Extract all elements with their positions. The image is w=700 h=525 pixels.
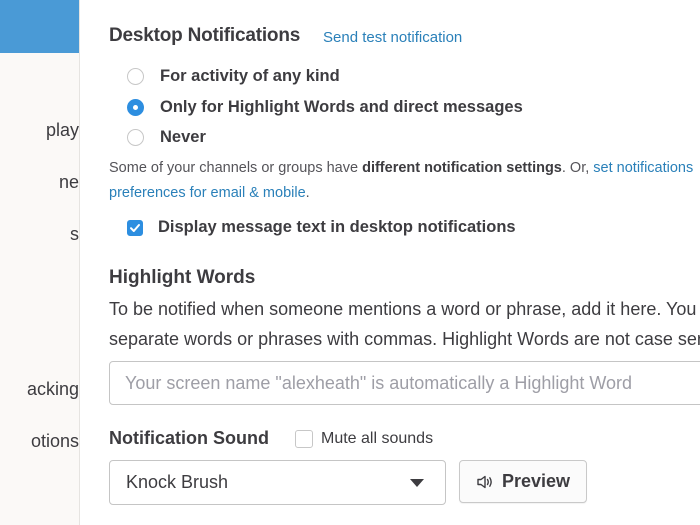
mute-checkbox[interactable] (295, 430, 313, 448)
settings-sidebar: play ne s acking otions (0, 0, 80, 525)
highlight-words-description: To be notified when someone mentions a w… (109, 294, 700, 354)
radio-label: Never (160, 128, 206, 146)
radio-label: For activity of any kind (160, 67, 340, 85)
set-notification-preferences-link-cont[interactable]: preferences for email & mobile (109, 185, 306, 201)
highlight-words-input[interactable] (109, 361, 700, 405)
radio-button[interactable] (127, 129, 144, 146)
sidebar-item-tracking[interactable]: acking (27, 379, 79, 400)
display-message-text-option[interactable]: Display message text in desktop notifica… (127, 218, 516, 237)
sidebar-item-theme[interactable]: ne (59, 172, 79, 193)
selected-sound: Knock Brush (126, 472, 229, 492)
description-line: To be notified when someone mentions a w… (109, 299, 700, 319)
notification-sound-title: Notification Sound (109, 428, 269, 448)
radio-label: Only for Highlight Words and direct mess… (160, 98, 523, 116)
notification-info-text: Some of your channels or groups have dif… (109, 156, 700, 206)
info-prefix: Some of your channels or groups have (109, 160, 363, 176)
radio-option-highlight-dm[interactable]: Only for Highlight Words and direct mess… (127, 98, 523, 117)
sidebar-item-s[interactable]: s (70, 224, 79, 245)
radio-button-selected[interactable] (127, 99, 144, 116)
sidebar-item-display[interactable]: play (46, 120, 79, 141)
set-notification-preferences-link[interactable]: set notifications (593, 160, 693, 176)
info-suffix: . (305, 185, 310, 201)
mute-label: Mute all sounds (321, 430, 434, 447)
sidebar-item-options[interactable]: otions (31, 431, 79, 452)
sidebar-item-active[interactable] (0, 0, 79, 53)
radio-option-any-activity[interactable]: For activity of any kind (127, 67, 340, 86)
radio-option-never[interactable]: Never (127, 128, 206, 147)
radio-button[interactable] (127, 68, 144, 85)
caret-down-icon (410, 478, 424, 487)
desktop-notifications-title: Desktop Notifications (109, 25, 301, 46)
mute-all-sounds-option[interactable]: Mute all sounds (295, 430, 433, 448)
description-line: separate words or phrases with commas. H… (109, 329, 700, 349)
preview-sound-button[interactable]: Preview (459, 460, 587, 503)
send-test-notification-link[interactable]: Send test notification (323, 29, 462, 46)
notification-sound-select[interactable]: Knock Brush (109, 460, 446, 505)
info-middle: . Or, (561, 160, 594, 176)
checkmark-icon (130, 223, 140, 232)
info-bold: different notification settings (362, 160, 562, 176)
speaker-icon (477, 475, 492, 488)
checkbox-label: Display message text in desktop notifica… (158, 218, 516, 236)
checkbox-checked[interactable] (127, 219, 143, 236)
highlight-words-title: Highlight Words (109, 267, 256, 288)
settings-main: Desktop Notifications Send test notifica… (80, 0, 700, 525)
preview-label: Preview (501, 471, 571, 491)
